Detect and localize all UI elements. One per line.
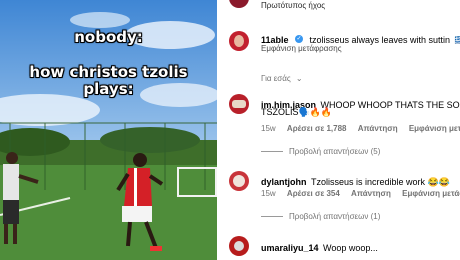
translate-link[interactable]: Εμφάνιση μετάφρασης <box>261 44 342 53</box>
view-replies-button[interactable]: Προβολή απαντήσεων (5) <box>261 147 380 156</box>
comment-text-line2: TSZOLIS🗣️🔥🔥 <box>261 107 333 117</box>
verified-badge-icon: ✓ <box>294 34 303 43</box>
avatar[interactable] <box>229 0 249 8</box>
divider <box>261 216 283 217</box>
comment-username[interactable]: dylantjohn <box>261 177 307 187</box>
comment-username[interactable]: umaraliyu_14 <box>261 243 319 253</box>
sort-label: Για εσάς <box>261 74 291 83</box>
reply-button[interactable]: Απάντηση <box>358 124 398 133</box>
view-replies-label: Προβολή απαντήσεων (5) <box>289 147 381 156</box>
comment-text: Woop woop... <box>323 243 378 253</box>
likes-count[interactable]: Αρέσει σε 1,788 <box>287 124 347 133</box>
video-caption-line1: nobody: <box>74 28 143 46</box>
video-caption-line3: plays: <box>83 80 134 98</box>
greece-flag-icon: 🇬🇷 <box>454 35 460 45</box>
comments-panel: Πρωτότυπος ήχος 11able ✓ tzolisseus alwa… <box>217 0 460 260</box>
sort-dropdown[interactable]: Για εσάς ⌄ <box>261 74 303 83</box>
avatar[interactable] <box>229 171 249 191</box>
translate-link[interactable]: Εμφάνιση μετάφρ <box>409 124 460 133</box>
view-replies-button[interactable]: Προβολή απαντήσεων (1) <box>261 212 380 221</box>
reply-button[interactable]: Απάντηση <box>351 189 391 198</box>
chevron-down-icon: ⌄ <box>295 74 303 83</box>
view-replies-label: Προβολή απαντήσεων (1) <box>289 212 381 221</box>
likes-count[interactable]: Αρέσει σε 354 <box>287 189 340 198</box>
video-caption-line2: how christos tzolis <box>29 63 188 81</box>
comment-text: Tzolisseus is incredible work 😂😂 <box>310 177 450 187</box>
translate-link[interactable]: Εμφάνιση μετάφρασης <box>402 189 460 198</box>
comment-text-line1: WHOOP WHOOP THATS THE SOUN <box>320 100 460 110</box>
avatar[interactable] <box>229 236 249 256</box>
avatar[interactable] <box>229 31 249 51</box>
comment-time: 15w <box>261 189 276 198</box>
divider <box>261 151 283 152</box>
audio-label[interactable]: Πρωτότυπος ήχος <box>261 1 325 10</box>
avatar[interactable] <box>229 94 249 114</box>
video-player[interactable]: nobody: how christos tzolis plays: <box>0 0 217 260</box>
comment-time: 15w <box>261 124 276 133</box>
